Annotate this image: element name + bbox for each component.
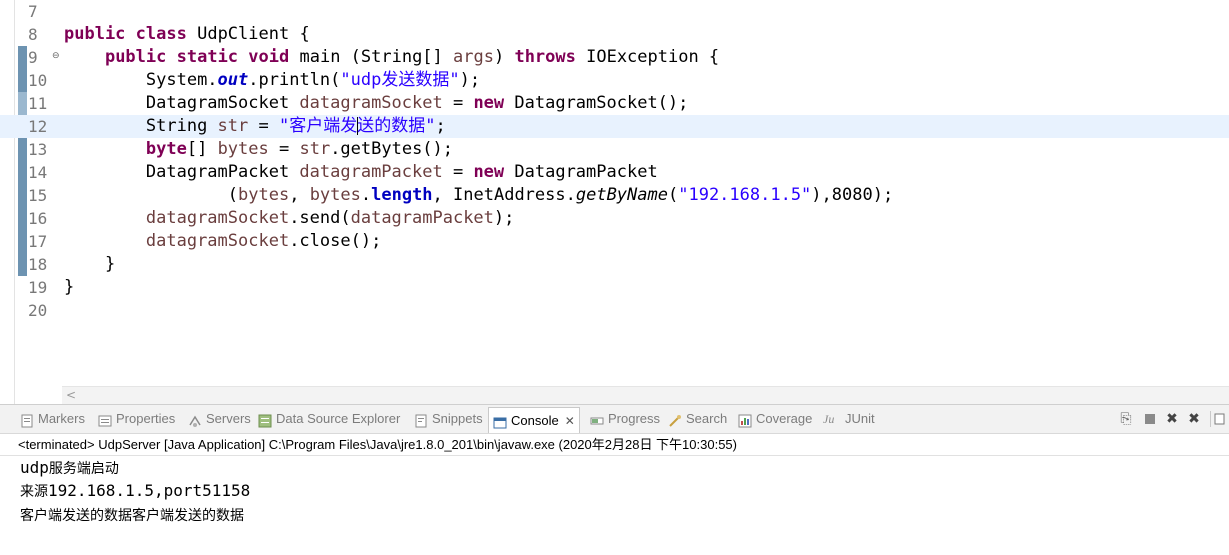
snippets-icon: [414, 412, 428, 428]
line-number: 20: [28, 301, 48, 320]
line-number: 10: [28, 71, 48, 90]
code-text: String str = "客户端发送的数据";: [145, 116, 446, 136]
console-output-line: 来源192.168.1.5,port51158: [20, 481, 251, 500]
console-output-line: 客户端发送的数据客户端发送的数据: [20, 507, 244, 523]
code-text: DatagramSocket datagramSocket = new Data…: [145, 93, 689, 113]
line-number: 16: [28, 209, 48, 228]
line-number: 13: [28, 140, 48, 159]
console-icon: [493, 414, 507, 428]
line-number: 19: [28, 278, 48, 297]
code-line[interactable]: 16 datagramSocket.send(datagramPacket);: [0, 207, 1229, 230]
code-text: }: [64, 277, 75, 297]
line-number: 18: [28, 255, 48, 274]
code-line[interactable]: 15 (bytes, bytes.length, InetAddress.get…: [0, 184, 1229, 207]
code-line[interactable]: 18 }: [0, 253, 1229, 276]
tab-console[interactable]: Console ✕: [488, 407, 580, 433]
tab-search[interactable]: Search: [668, 407, 727, 431]
markers-icon: [20, 412, 34, 428]
line-number: 11: [28, 94, 48, 113]
search-icon: [668, 412, 682, 427]
tab-junit[interactable]: Ju JUnit: [823, 407, 875, 431]
tab-servers[interactable]: Servers: [188, 407, 251, 431]
remove-all-terminated-icon[interactable]: ✖: [1186, 411, 1202, 427]
code-text: byte[] bytes = str.getBytes();: [145, 139, 454, 159]
console-view: Markers Properties Servers Data Source E…: [0, 404, 1229, 555]
view-tab-bar: Markers Properties Servers Data Source E…: [0, 405, 1229, 434]
horizontal-scrollbar[interactable]: <: [62, 386, 1229, 404]
remove-launch-icon[interactable]: ✖: [1164, 411, 1180, 427]
code-text: DatagramPacket datagramPacket = new Data…: [145, 162, 658, 182]
tab-progress[interactable]: Progress: [590, 407, 660, 431]
code-line[interactable]: 19 }: [0, 276, 1229, 299]
code-line[interactable]: 14 DatagramPacket datagramPacket = new D…: [0, 161, 1229, 184]
code-line[interactable]: 9 ⊖ public static void main (String[] ar…: [0, 46, 1229, 69]
open-console-icon[interactable]: ⎘: [1118, 411, 1134, 427]
scroll-left-icon[interactable]: <: [66, 387, 76, 404]
console-output-line: udp服务端启动: [20, 458, 119, 477]
code-line[interactable]: 10 System.out.println("udp发送数据");: [0, 69, 1229, 92]
tab-snippets[interactable]: Snippets: [414, 407, 483, 431]
line-number: 8: [28, 25, 38, 44]
code-line[interactable]: 20: [0, 299, 1229, 322]
line-number: 17: [28, 232, 48, 251]
fold-collapse-icon[interactable]: ⊖: [52, 51, 60, 61]
code-line[interactable]: 7: [0, 0, 1229, 23]
code-line[interactable]: 13 byte[] bytes = str.getBytes();: [0, 138, 1229, 161]
tab-data-source-explorer[interactable]: Data Source Explorer: [258, 407, 400, 431]
junit-icon: Ju: [823, 412, 835, 426]
code-text: datagramSocket.close();: [145, 231, 382, 251]
terminate-icon[interactable]: [1142, 411, 1158, 427]
code-text: }: [104, 254, 116, 274]
data-source-icon: [258, 412, 272, 428]
clear-console-icon[interactable]: [1210, 411, 1227, 427]
code-text: public static void main (String[] args) …: [104, 47, 720, 67]
tab-markers[interactable]: Markers: [20, 407, 85, 431]
code-text: (bytes, bytes.length, InetAddress.getByN…: [227, 185, 894, 205]
tab-coverage[interactable]: Coverage: [738, 407, 812, 431]
code-line[interactable]: 8 public class UdpClient {: [0, 23, 1229, 46]
line-number: 15: [28, 186, 48, 205]
coverage-icon: [738, 412, 752, 428]
code-line[interactable]: 11 DatagramSocket datagramSocket = new D…: [0, 92, 1229, 115]
console-status-line: <terminated> UdpServer [Java Application…: [18, 437, 737, 452]
progress-icon: [590, 412, 604, 426]
line-number: 7: [28, 2, 38, 21]
line-number: 12: [28, 117, 48, 136]
properties-icon: [98, 412, 112, 427]
code-line[interactable]: 17 datagramSocket.close();: [0, 230, 1229, 253]
close-tab-icon[interactable]: ✕: [565, 409, 575, 433]
code-editor[interactable]: 7 8 public class UdpClient { 9 ⊖ public …: [0, 0, 1229, 404]
tab-properties[interactable]: Properties: [98, 407, 175, 431]
status-divider: [0, 455, 1229, 456]
code-line-current[interactable]: 12 String str = "客户端发送的数据";: [0, 115, 1229, 138]
code-text: datagramSocket.send(datagramPacket);: [145, 208, 515, 228]
servers-icon: [188, 412, 202, 427]
code-text: public class UdpClient {: [64, 24, 310, 44]
line-number: 14: [28, 163, 48, 182]
code-text: System.out.println("udp发送数据");: [145, 70, 481, 90]
